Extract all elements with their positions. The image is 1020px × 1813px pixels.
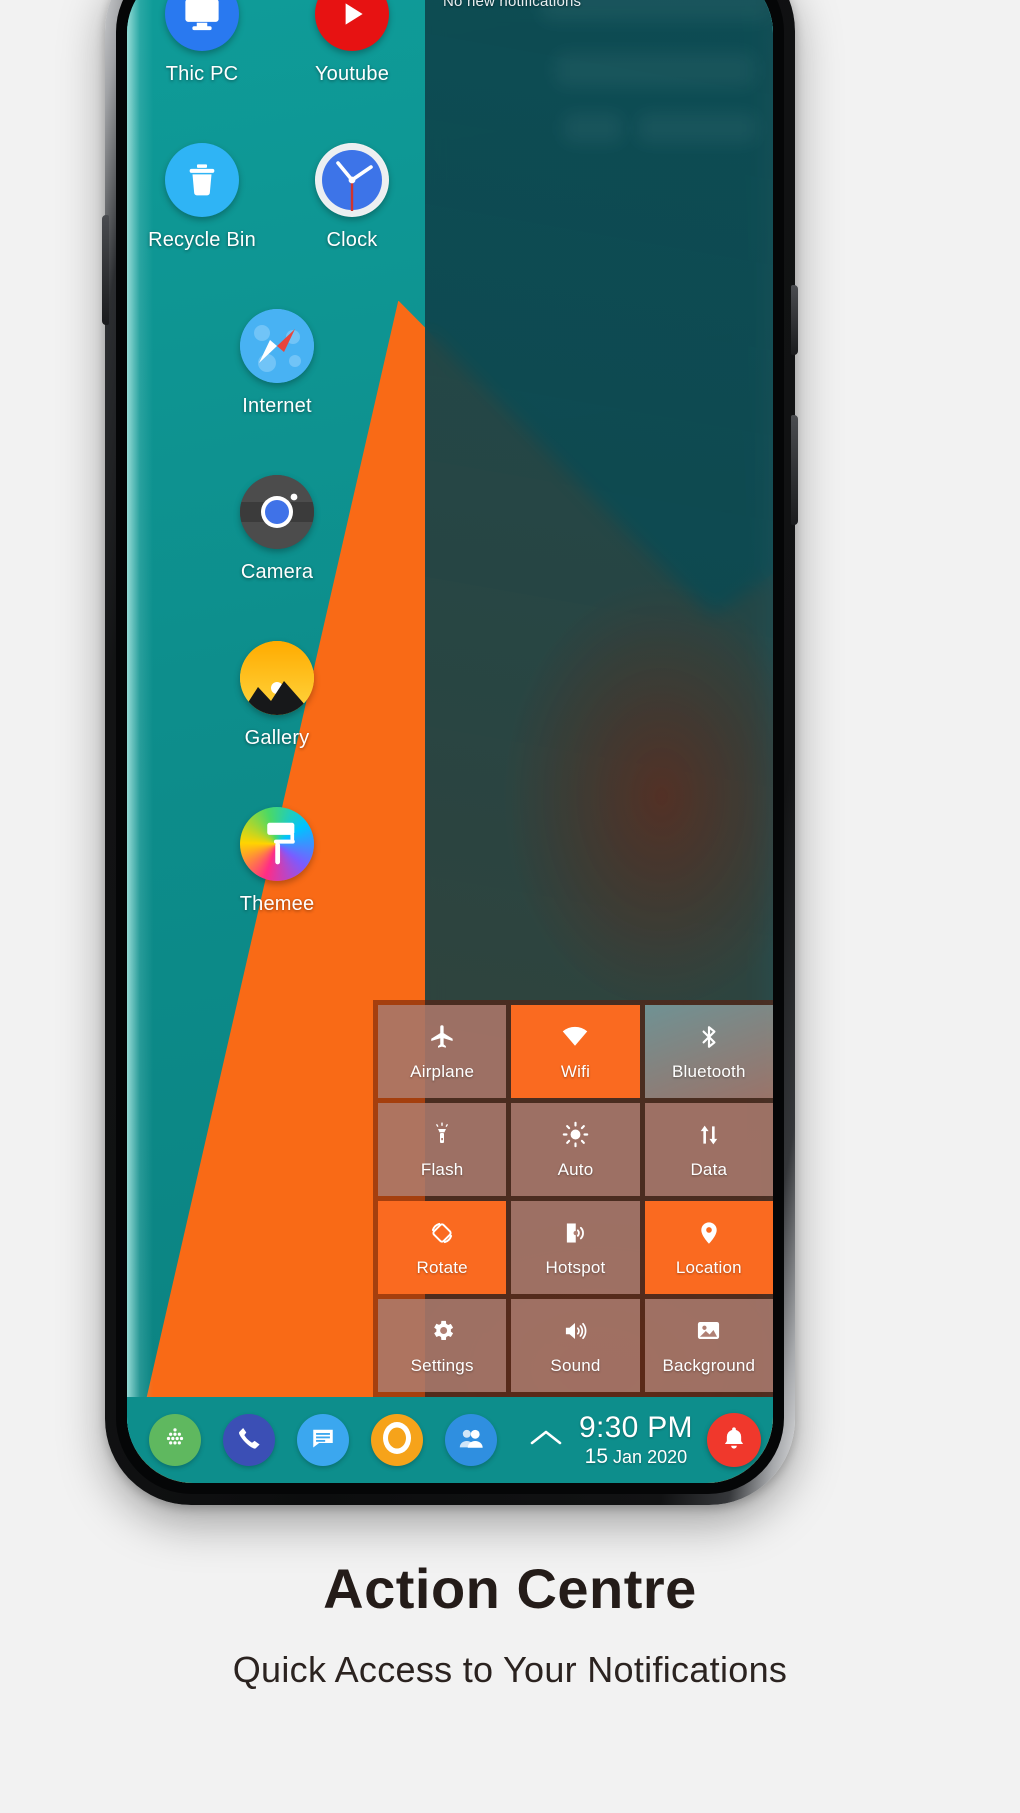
quick-tile-label: Sound [550, 1355, 601, 1375]
taskbar-ring-app[interactable] [371, 1414, 423, 1466]
desktop-icon-grid: Thic PC Youtube Recycle Bin Clock Intern… [127, 0, 427, 969]
quick-tile-label: Wifi [560, 1061, 591, 1081]
quick-tile-label: Rotate [416, 1257, 468, 1277]
hotspot-icon [562, 1218, 588, 1248]
quick-tile-label: Airplane [410, 1061, 475, 1081]
bluetooth-icon [696, 1022, 722, 1052]
paint-roller-icon [240, 807, 314, 881]
page-subtitle: Quick Access to Your Notifications [232, 1649, 788, 1690]
bell-icon [721, 1425, 747, 1456]
quick-tile-label: Flash [420, 1159, 464, 1179]
camera-icon [240, 475, 314, 549]
caption-block: Action Centre Quick Access to Your Notif… [0, 1556, 1020, 1691]
taskbar: 9:30 PM 15 Jan 2020 [127, 1397, 773, 1483]
quick-tile-label: Settings [410, 1355, 474, 1375]
quick-tile-rotate[interactable]: Rotate [378, 1201, 507, 1294]
desktop-icon-label: Internet [242, 395, 312, 417]
quick-tile-background[interactable]: Background [644, 1299, 773, 1392]
wifi-icon [561, 1022, 589, 1052]
compass-icon [240, 309, 314, 383]
data-arrows-icon [696, 1120, 722, 1150]
quick-tile-flash[interactable]: Flash [378, 1103, 507, 1196]
volume-button[interactable] [102, 215, 109, 325]
desktop-icon-internet[interactable]: Internet [127, 305, 427, 471]
clock-icon [315, 143, 389, 217]
airplane-icon [429, 1022, 456, 1052]
bixby-button[interactable] [791, 415, 798, 525]
taskbar-app-drawer[interactable] [149, 1414, 201, 1466]
rotate-icon [428, 1218, 456, 1248]
desktop-icon-camera[interactable]: Camera [127, 471, 427, 637]
desktop-icon-label: Thic PC [165, 63, 239, 85]
clock-date-year: 2020 [647, 1446, 688, 1467]
quick-tile-label: Bluetooth [672, 1061, 746, 1081]
grid-dots-icon [162, 1425, 188, 1456]
quick-tile-settings[interactable]: Settings [378, 1299, 507, 1392]
desktop-icon-gallery[interactable]: Gallery [127, 637, 427, 803]
desktop-icon-recycle-bin[interactable]: Recycle Bin [127, 139, 277, 305]
quick-tile-sound[interactable]: Sound [511, 1299, 640, 1392]
desktop-icon-label: Gallery [244, 727, 310, 749]
phone-icon [236, 1425, 262, 1456]
phone-screen: Thic PC Youtube Recycle Bin Clock Intern… [127, 0, 773, 1483]
play-icon [315, 0, 389, 51]
flashlight-icon [430, 1120, 454, 1150]
clock-time: 9:30 PM [579, 1411, 693, 1445]
quick-tile-label: Background [662, 1355, 756, 1375]
desktop-icon-youtube[interactable]: Youtube [277, 0, 427, 139]
blurred-notification-card [637, 113, 757, 143]
chevron-up-icon [526, 1425, 566, 1456]
quick-tile-airplane[interactable]: Airplane [378, 1005, 507, 1098]
taskbar-phone[interactable] [223, 1414, 275, 1466]
quick-tile-bluetooth[interactable]: Bluetooth [644, 1005, 773, 1098]
taskbar-contacts[interactable] [445, 1414, 497, 1466]
people-icon [457, 1424, 485, 1457]
desktop-icon-label: Clock [326, 229, 378, 251]
quick-tile-label: Auto [557, 1159, 594, 1179]
desktop-icon-thic-pc[interactable]: Thic PC [127, 0, 277, 139]
speaker-icon [561, 1316, 589, 1346]
quick-tile-location[interactable]: Location [644, 1201, 773, 1294]
taskbar-messages[interactable] [297, 1414, 349, 1466]
blurred-notification-card [563, 113, 623, 143]
circle-icon [374, 1414, 420, 1466]
quick-tile-label: Hotspot [545, 1257, 606, 1277]
image-icon [695, 1316, 722, 1346]
message-icon [310, 1425, 336, 1456]
quick-settings-grid: Airplane Wifi Bluetooth Flash Auto Data … [373, 1000, 773, 1397]
quick-tile-label: Data [690, 1159, 728, 1179]
clock-date-day: 15 [584, 1444, 609, 1468]
desktop-icon-themee[interactable]: Themee [127, 803, 427, 969]
phone-mockup: Thic PC Youtube Recycle Bin Clock Intern… [102, 0, 798, 1505]
quick-tile-auto-brightness[interactable]: Auto [511, 1103, 640, 1196]
no-notifications-label: No new notifications [443, 0, 582, 10]
desktop-icon-label: Themee [239, 893, 315, 915]
quick-tile-wifi[interactable]: Wifi [511, 1005, 640, 1098]
desktop-icon-label: Recycle Bin [148, 229, 256, 251]
brightness-icon [562, 1120, 589, 1150]
taskbar-clock[interactable]: 9:30 PM 15 Jan 2020 [579, 1412, 693, 1468]
clock-date: 15 Jan 2020 [579, 1444, 693, 1468]
taskbar-notification-bell[interactable] [706, 1413, 761, 1467]
desktop-icon-label: Youtube [314, 63, 390, 85]
gear-icon [429, 1316, 456, 1346]
page-title: Action Centre [323, 1557, 697, 1620]
power-button[interactable] [791, 285, 798, 355]
blurred-notification-card [555, 53, 755, 87]
desktop-icon-clock[interactable]: Clock [277, 139, 427, 305]
location-pin-icon [696, 1218, 722, 1248]
taskbar-expand-tray[interactable] [519, 1425, 573, 1456]
landscape-icon [240, 641, 314, 715]
quick-tile-data[interactable]: Data [644, 1103, 773, 1196]
trash-icon [165, 143, 239, 217]
clock-date-month: Jan [613, 1446, 643, 1467]
monitor-icon [165, 0, 239, 51]
quick-tile-hotspot[interactable]: Hotspot [511, 1201, 640, 1294]
desktop-icon-label: Camera [240, 561, 314, 583]
quick-tile-label: Location [675, 1257, 742, 1277]
